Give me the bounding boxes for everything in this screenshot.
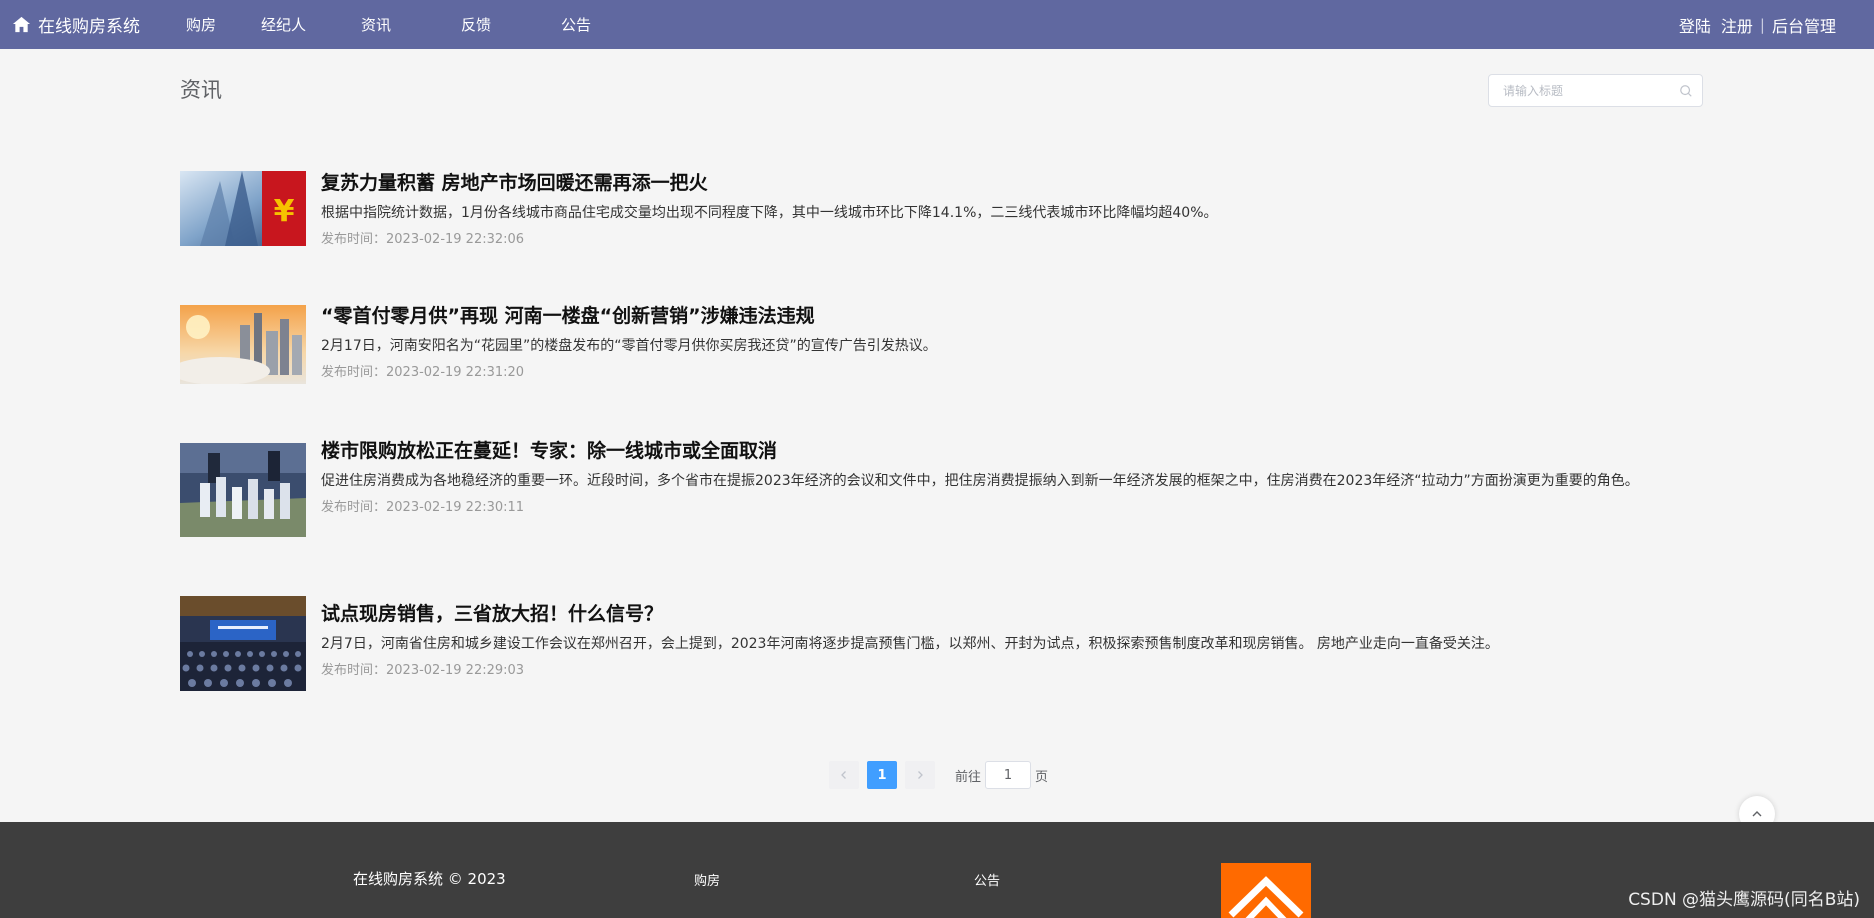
- footer: 在线购房系统 © 2023 购房 公告 CSDN @猫头鹰源码(同名B站): [0, 822, 1874, 918]
- search-input[interactable]: [1489, 75, 1664, 106]
- news-title[interactable]: 复苏力量积蓄 房地产市场回暖还需再添一把火: [321, 170, 1701, 196]
- news-thumbnail[interactable]: [180, 443, 306, 537]
- pagination: 1 前往 页: [829, 761, 1048, 789]
- prev-page-button[interactable]: [829, 761, 859, 789]
- register-link[interactable]: 注册: [1721, 13, 1753, 37]
- nav-item-agents[interactable]: 经纪人: [261, 14, 306, 35]
- svg-text:¥: ¥: [274, 194, 295, 229]
- chevron-up-icon: [1752, 811, 1762, 817]
- news-summary: 根据中指院统计数据，1月份各线城市商品住宅成交量均出现不同程度下降，其中一线城市…: [321, 205, 1218, 221]
- house-logo-icon: [1228, 876, 1304, 918]
- footer-logo: [1221, 863, 1311, 918]
- search-icon[interactable]: [1679, 84, 1693, 98]
- news-thumbnail[interactable]: [180, 596, 306, 691]
- news-item[interactable]: 试点现房销售，三省放大招！什么信号？ 2月7日，河南省住房和城乡建设工作会议在郑…: [180, 596, 1701, 693]
- housing-model-image: [180, 443, 306, 537]
- news-date: 发布时间：2023-02-19 22:31:20: [321, 365, 525, 380]
- login-link[interactable]: 登陆: [1679, 13, 1711, 37]
- top-navbar: 在线购房系统 购房 经纪人 资讯 反馈 公告 登陆 注册 | 后台管理: [0, 0, 1874, 49]
- news-item[interactable]: “零首付零月供”再现 河南一楼盘“创新营销”涉嫌违法违规 2月17日，河南安阳名…: [180, 303, 1700, 389]
- news-content: “零首付零月供”再现 河南一楼盘“创新营销”涉嫌违法违规 2月17日，河南安阳名…: [321, 303, 1701, 382]
- news-thumbnail[interactable]: [180, 305, 306, 384]
- nav-item-news[interactable]: 资讯: [361, 14, 391, 35]
- main-nav: 购房 经纪人 资讯 反馈 公告: [0, 0, 700, 49]
- page-number-current[interactable]: 1: [867, 761, 897, 789]
- news-summary: 促进住房消费成为各地稳经济的重要一环。近段时间，多个省市在提振2023年经济的会…: [321, 473, 1639, 489]
- goto-page-input[interactable]: [985, 761, 1032, 789]
- chevron-left-icon: [841, 771, 846, 779]
- news-title[interactable]: 试点现房销售，三省放大招！什么信号？: [321, 601, 1701, 627]
- next-page-button[interactable]: [905, 761, 935, 789]
- city-skyline-image: [180, 305, 306, 384]
- account-links: 登陆 注册 | 后台管理: [1679, 0, 1836, 49]
- footer-link-notice[interactable]: 公告: [974, 870, 1000, 889]
- admin-link[interactable]: 后台管理: [1772, 13, 1836, 37]
- news-date: 发布时间：2023-02-19 22:32:06: [321, 232, 525, 247]
- watermark: CSDN @猫头鹰源码(同名B站): [1628, 890, 1860, 910]
- news-summary: 2月7日，河南省住房和城乡建设工作会议在郑州召开，会上提到，2023年河南将逐步…: [321, 636, 1499, 652]
- news-date: 发布时间：2023-02-19 22:29:03: [321, 663, 525, 678]
- news-content: 试点现房销售，三省放大招！什么信号？ 2月7日，河南省住房和城乡建设工作会议在郑…: [321, 601, 1701, 680]
- nav-item-feedback[interactable]: 反馈: [461, 14, 491, 35]
- news-date: 发布时间：2023-02-19 22:30:11: [321, 500, 525, 515]
- page-title: 资讯: [180, 78, 222, 102]
- news-item[interactable]: 楼市限购放松正在蔓延！专家：除一线城市或全面取消 促进住房消费成为各地稳经济的重…: [180, 438, 1700, 542]
- news-summary: 2月17日，河南安阳名为“花园里”的楼盘发布的“零首付零月供你买房我还贷”的宣传…: [321, 338, 937, 354]
- yuan-building-image: ¥: [180, 171, 306, 246]
- nav-item-notice[interactable]: 公告: [561, 14, 591, 35]
- news-item[interactable]: ¥ 复苏力量积蓄 房地产市场回暖还需再添一把火 根据中指院统计数据，1月份各线城…: [180, 170, 1700, 256]
- news-thumbnail[interactable]: ¥: [180, 171, 306, 246]
- news-content: 楼市限购放松正在蔓延！专家：除一线城市或全面取消 促进住房消费成为各地稳经济的重…: [321, 438, 1701, 517]
- nav-item-buy[interactable]: 购房: [186, 14, 216, 35]
- footer-link-buy[interactable]: 购房: [694, 870, 720, 889]
- chevron-right-icon: [918, 771, 923, 779]
- divider: |: [1759, 15, 1765, 34]
- search-box: [1488, 74, 1703, 107]
- goto-label: 前往: [955, 769, 982, 785]
- page-jumper: 前往 页: [955, 761, 1048, 789]
- news-title[interactable]: 楼市限购放松正在蔓延！专家：除一线城市或全面取消: [321, 438, 1701, 464]
- footer-copyright: 在线购房系统 © 2023: [353, 870, 506, 888]
- conference-hall-image: [180, 596, 306, 691]
- news-content: 复苏力量积蓄 房地产市场回暖还需再添一把火 根据中指院统计数据，1月份各线城市商…: [321, 170, 1701, 249]
- page-suffix: 页: [1035, 769, 1049, 785]
- news-title[interactable]: “零首付零月供”再现 河南一楼盘“创新营销”涉嫌违法违规: [321, 303, 1701, 329]
